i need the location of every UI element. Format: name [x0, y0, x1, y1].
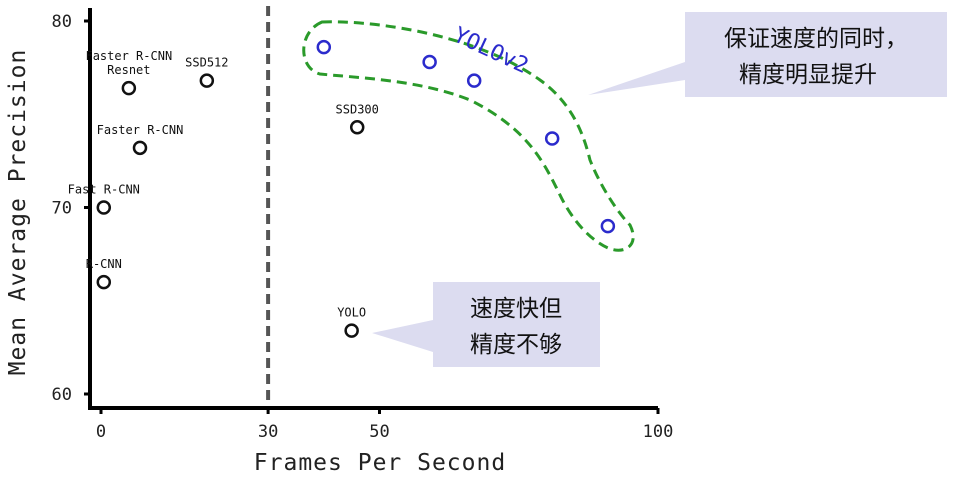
data-point	[344, 323, 359, 338]
y-ticks: 60 70 80	[52, 12, 90, 405]
x-tick-label: 50	[369, 422, 389, 442]
data-point	[199, 73, 215, 88]
data-point	[121, 80, 137, 96]
data-point-label: Resnet	[107, 63, 150, 77]
data-point	[96, 200, 112, 215]
yolov2-data-point	[316, 39, 332, 55]
data-point-label: YOLO	[337, 306, 366, 320]
points: R-CNNFast R-CNNFaster R-CNNFaster R-CNNR…	[68, 49, 379, 338]
callout-top-line-1: 保证速度的同时，	[724, 26, 908, 52]
data-point-label: Faster R-CNN	[85, 49, 172, 63]
x-tick-label: 30	[258, 422, 278, 442]
yolov2-data-point	[422, 54, 437, 70]
callout-bottom-line-2: 精度不够	[470, 332, 562, 358]
yolov2-series-label: YOLOv2	[449, 23, 532, 79]
data-point	[96, 274, 112, 290]
x-tick-label: 0	[96, 422, 106, 442]
callout-bottom-line-1: 速度快但	[470, 296, 562, 322]
yolov2-data-point	[466, 73, 482, 88]
y-axis-title: Mean Average Precision	[5, 49, 31, 376]
data-point-label: Faster R-CNN	[97, 123, 184, 137]
callout-top-line-2: 精度明显提升	[739, 62, 877, 88]
y-tick-label: 70	[52, 199, 72, 219]
callout-bottom: 速度快但 精度不够	[372, 282, 600, 367]
x-axis-title: Frames Per Second	[254, 450, 506, 476]
y-tick-label: 80	[52, 12, 72, 32]
data-point-label: SSD300	[336, 102, 379, 116]
y-tick-label: 60	[52, 385, 72, 405]
data-point-label: Fast R-CNN	[68, 183, 140, 197]
yolov2-data-point	[600, 218, 616, 234]
x-ticks: 0 30 50 100	[96, 408, 673, 442]
scatter-chart: 60 70 80 0 30 50 100 Frames Per Second Mean A…	[5, 6, 947, 476]
data-point-label: SSD512	[185, 56, 228, 70]
x-tick-label: 100	[643, 422, 674, 442]
data-point	[132, 140, 148, 156]
callout-top: 保证速度的同时， 精度明显提升	[588, 12, 947, 97]
yolov2-group-outline	[302, 20, 635, 252]
yolov2-points	[316, 39, 616, 234]
data-point	[349, 120, 365, 135]
data-point-label: R-CNN	[86, 257, 122, 271]
yolov2-data-point	[544, 131, 560, 146]
